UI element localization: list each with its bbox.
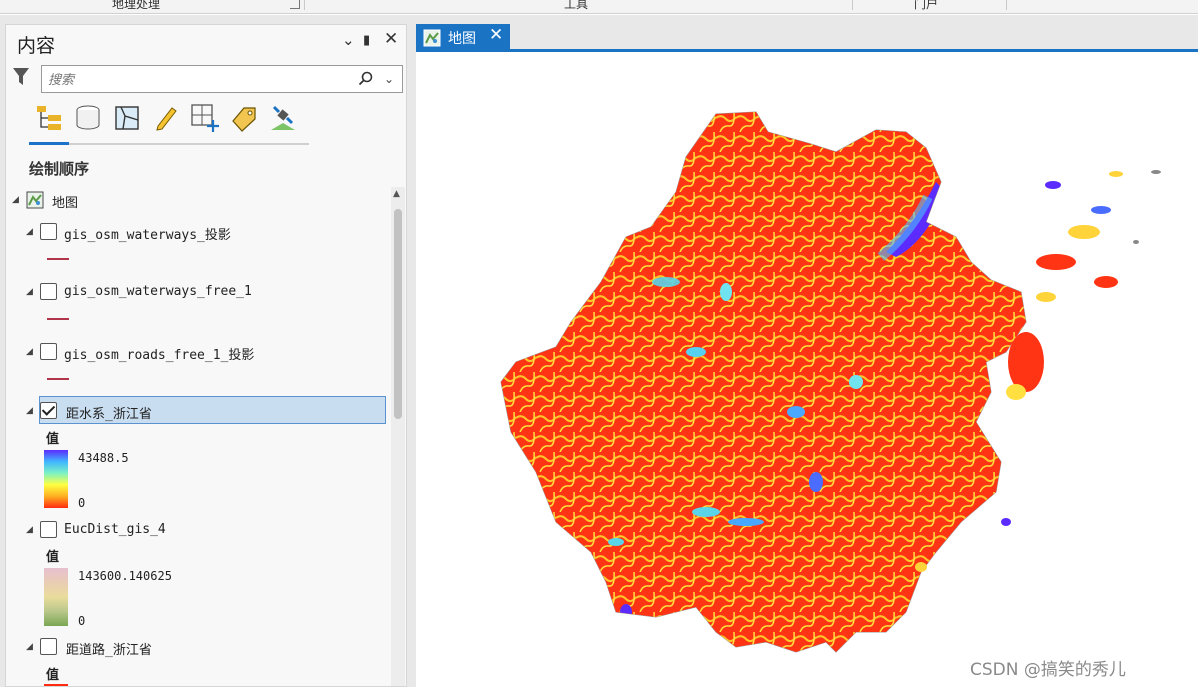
color-ramp-swatch[interactable] [44,568,68,626]
collapse-map-icon[interactable]: ◢ [12,195,19,205]
map-node-label[interactable]: 地图 [52,192,78,211]
ribbon-separator [304,0,305,10]
layer-name[interactable]: gis_osm_roads_free_1_投影 [64,344,254,363]
map-icon [26,191,44,213]
layer-name[interactable]: gis_osm_waterways_投影 [64,224,231,243]
close-pane-icon[interactable]: ✕ [384,29,398,49]
line-symbol[interactable] [47,318,69,320]
list-by-drawing-order-icon[interactable] [34,103,64,133]
legend-max-value: 43488.5 [78,451,129,465]
layer-name[interactable]: EucDist_gis_4 [64,522,166,537]
line-symbol[interactable] [47,258,69,260]
layer-visibility-checkbox[interactable] [40,402,57,419]
close-tab-icon[interactable]: ✕ [489,25,503,45]
color-ramp-swatch[interactable] [44,450,68,508]
map-icon [423,29,441,51]
ribbon-group-portal: 门户 [914,0,939,11]
map-canvas[interactable] [416,52,1198,687]
filter-icon[interactable] [12,67,30,91]
list-by-selection-icon[interactable] [112,103,142,133]
legend-min-value: 0 [78,614,86,628]
contents-pane: 内容 ⌄ ▮ ✕ ⌄ 绘制顺序 [5,24,407,687]
list-by-labeling-icon[interactable] [229,103,259,133]
collapse-layer-icon[interactable]: ◢ [26,525,33,535]
ribbon-separator [1006,0,1007,10]
watermark-text: CSDN @搞笑的秀儿 [970,660,1126,680]
dialog-launcher-icon[interactable] [290,0,300,9]
layer-visibility-checkbox[interactable] [40,521,57,538]
pin-icon[interactable]: ▮ [363,33,370,48]
toolbar-divider [29,143,309,145]
line-symbol[interactable] [47,378,69,380]
ribbon-group-bar: 地理处理 工具 门户 [0,0,1198,14]
search-options-chevron-icon[interactable]: ⌄ [384,72,394,86]
distance-raster [501,112,1026,652]
raster-map[interactable] [416,52,1198,687]
layer-visibility-checkbox[interactable] [40,283,57,300]
collapse-layer-icon[interactable]: ◢ [26,347,33,357]
scrollbar-thumb[interactable] [394,209,402,419]
search-input[interactable] [48,70,348,88]
pane-options-chevron-icon[interactable]: ⌄ [342,31,355,49]
collapse-layer-icon[interactable]: ◢ [26,406,33,416]
legend-value-label: 值 [46,432,60,447]
layer-name[interactable]: 距水系_浙江省 [66,403,152,422]
tab-map-label: 地图 [448,31,476,47]
collapse-layer-icon[interactable]: ◢ [26,287,33,297]
active-tool-indicator [29,142,69,145]
pane-title: 内容 [17,35,56,57]
layer-visibility-checkbox[interactable] [40,638,57,655]
tab-map[interactable]: 地图 ✕ [416,24,510,50]
legend-min-value: 0 [78,496,86,510]
scroll-up-icon[interactable]: ▲ [393,189,400,199]
list-by-editing-icon[interactable] [151,103,181,133]
ribbon-group-tools: 工具 [564,0,589,11]
search-box: ⌄ [41,65,403,93]
list-by-perspective-imagery-icon[interactable] [268,103,298,133]
contents-scrollbar[interactable]: ▲ [391,187,405,686]
collapse-layer-icon[interactable]: ◢ [26,227,33,237]
layer-tree: ◢ 地图 ◢ gis_osm_waterways_投影 ◢ gis_osm_wa… [6,185,388,686]
search-icon[interactable] [358,71,373,90]
layer-name[interactable]: 距道路_浙江省 [66,639,152,658]
list-by-toolbar [29,103,309,137]
layer-visibility-checkbox[interactable] [40,343,57,360]
legend-max-value: 143600.140625 [78,569,172,583]
drawing-order-heading: 绘制顺序 [29,160,90,178]
list-by-snapping-icon[interactable] [190,103,220,133]
legend-value-label: 值 [46,668,60,683]
legend-value-label: 值 [46,550,60,565]
ribbon-group-geoprocessing: 地理处理 [112,0,161,11]
collapse-layer-icon[interactable]: ◢ [26,642,33,652]
ribbon-separator [852,0,853,10]
layer-name[interactable]: gis_osm_waterways_free_1 [64,284,252,299]
list-by-source-icon[interactable] [73,103,103,133]
layer-visibility-checkbox[interactable] [40,223,57,240]
